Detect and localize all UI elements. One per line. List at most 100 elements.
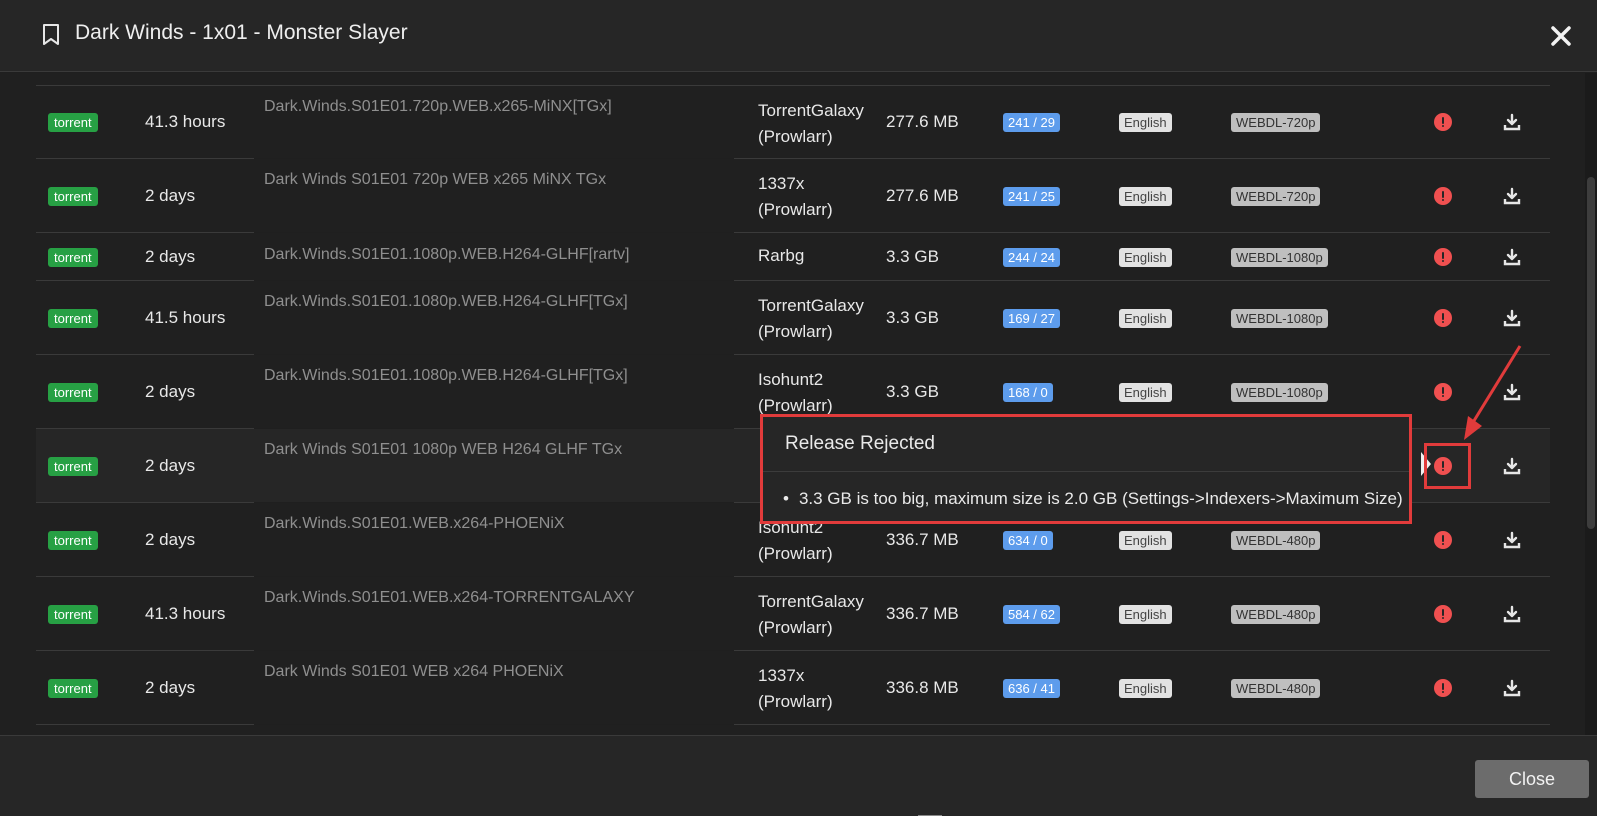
bookmark-icon [43, 24, 59, 45]
peers-cell: 636 / 41 [1003, 678, 1060, 698]
release-title: Dark.Winds.S01E01.1080p.WEB.H264-GLHF[TG… [264, 293, 628, 310]
quality-badge: WEBDL-480p [1231, 604, 1321, 624]
download-icon[interactable] [1503, 187, 1521, 205]
language-cell: English [1119, 112, 1172, 132]
modal-body: torrent 41.3 hours Dark.Winds.S01E01.720p.… [0, 73, 1597, 735]
rejection-reason: 3.3 GB is too big, maximum size is 2.0 G… [783, 489, 1403, 509]
indexer-source: (Prowlarr) [758, 322, 833, 341]
protocol-cell: torrent [48, 678, 98, 698]
scrollbar[interactable] [1585, 73, 1597, 735]
rejected-icon[interactable] [1434, 604, 1452, 623]
alert-circle-icon [1434, 678, 1452, 697]
indexer-cell: TorrentGalaxy (Prowlarr) [758, 293, 864, 345]
indexer-source: (Prowlarr) [758, 618, 833, 637]
rejected-icon[interactable] [1434, 308, 1452, 327]
table-row: torrent 2 days Dark.Winds.S01E01.1080p.WEB… [36, 233, 1550, 281]
indexer-name: Rarbg [758, 246, 805, 265]
download-icon[interactable] [1503, 309, 1521, 327]
alert-circle-icon [1434, 247, 1452, 266]
quality-badge: WEBDL-720p [1231, 186, 1321, 206]
protocol-badge: torrent [48, 530, 98, 550]
language-badge: English [1119, 186, 1172, 206]
quality-cell: WEBDL-720p [1231, 112, 1321, 132]
size-cell: 3.3 GB [886, 381, 939, 401]
indexer-name: TorrentGalaxy [758, 101, 864, 120]
indexer-cell: Isohunt2 (Prowlarr) [758, 367, 833, 419]
popover-divider [763, 471, 1409, 472]
size-cell: 277.6 MB [886, 185, 959, 205]
language-cell: English [1119, 247, 1172, 267]
quality-cell: WEBDL-1080p [1231, 308, 1328, 328]
peers-badge: 241 / 25 [1003, 186, 1060, 206]
language-cell: English [1119, 604, 1172, 624]
peers-cell: 634 / 0 [1003, 530, 1053, 550]
alert-circle-icon [1434, 308, 1452, 327]
protocol-badge: torrent [48, 247, 98, 267]
rejection-popover: Release Rejected 3.3 GB is too big, maxi… [760, 414, 1412, 524]
protocol-badge: torrent [48, 113, 98, 132]
size-cell: 336.8 MB [886, 677, 959, 697]
language-badge: English [1119, 530, 1172, 550]
age-cell: 2 days [145, 455, 196, 475]
download-icon[interactable] [1503, 679, 1521, 697]
rejected-icon[interactable] [1434, 113, 1452, 131]
modal-header: Dark Winds - 1x01 - Monster Slayer [0, 0, 1597, 72]
peers-badge: 584 / 62 [1003, 604, 1060, 624]
size-cell: 336.7 MB [886, 529, 959, 549]
protocol-cell: torrent [48, 382, 98, 402]
indexer-source: (Prowlarr) [758, 544, 833, 563]
peers-cell: 241 / 25 [1003, 186, 1060, 206]
table-row: torrent 41.3 hours Dark.Winds.S01E01.WEB.x… [36, 577, 1550, 651]
release-title: Dark Winds S01E01 WEB x264 PHOENiX [264, 663, 564, 680]
indexer-source: (Prowlarr) [758, 200, 833, 219]
release-title: Dark.Winds.S01E01.720p.WEB.x265-MiNX[TGx… [264, 98, 612, 115]
indexer-cell: 1337x (Prowlarr) [758, 171, 833, 223]
indexer-name: 1337x [758, 666, 805, 685]
age-cell: 2 days [145, 246, 196, 266]
protocol-cell: torrent [48, 530, 98, 550]
quality-badge: WEBDL-480p [1231, 678, 1321, 698]
peers-cell: 241 / 29 [1003, 112, 1060, 132]
language-cell: English [1119, 308, 1172, 328]
download-icon[interactable] [1503, 113, 1521, 131]
protocol-badge: torrent [48, 186, 98, 206]
peers-cell: 584 / 62 [1003, 604, 1060, 624]
rejected-icon[interactable] [1434, 678, 1452, 697]
rejected-icon[interactable] [1434, 382, 1452, 401]
scrollbar-thumb[interactable] [1587, 177, 1595, 529]
language-cell: English [1119, 678, 1172, 698]
peers-cell: 168 / 0 [1003, 382, 1053, 402]
indexer-source: (Prowlarr) [758, 692, 833, 711]
language-badge: English [1119, 113, 1172, 132]
age-cell: 41.3 hours [145, 603, 226, 623]
age-cell: 2 days [145, 381, 196, 401]
quality-cell: WEBDL-480p [1231, 678, 1321, 698]
rejected-icon[interactable] [1434, 247, 1452, 266]
release-title: Dark Winds S01E01 720p WEB x265 MiNX TGx [264, 171, 607, 188]
protocol-cell: torrent [48, 604, 98, 624]
quality-cell: WEBDL-480p [1231, 530, 1321, 550]
peers-badge: 634 / 0 [1003, 530, 1053, 550]
close-button[interactable]: Close [1475, 760, 1589, 798]
peers-badge: 168 / 0 [1003, 382, 1053, 402]
indexer-cell: TorrentGalaxy (Prowlarr) [758, 589, 864, 641]
age-cell: 41.3 hours [145, 112, 226, 131]
quality-badge: WEBDL-480p [1231, 530, 1321, 550]
download-icon[interactable] [1503, 605, 1521, 623]
size-cell: 336.7 MB [886, 603, 959, 623]
alert-circle-icon [1434, 604, 1452, 623]
download-icon[interactable] [1503, 457, 1521, 475]
download-icon[interactable] [1503, 248, 1521, 266]
rejected-icon[interactable] [1434, 530, 1452, 549]
download-icon[interactable] [1503, 531, 1521, 549]
peers-badge: 244 / 24 [1003, 247, 1060, 267]
protocol-cell: torrent [48, 247, 98, 267]
rejected-icon[interactable] [1434, 186, 1452, 205]
protocol-badge: torrent [48, 604, 98, 624]
indexer-cell: 1337x (Prowlarr) [758, 663, 833, 715]
close-icon[interactable] [1550, 25, 1572, 47]
protocol-badge: torrent [48, 308, 98, 328]
peers-cell: 244 / 24 [1003, 247, 1060, 267]
indexer-name: 1337x [758, 174, 805, 193]
popover-title: Release Rejected [785, 433, 935, 454]
